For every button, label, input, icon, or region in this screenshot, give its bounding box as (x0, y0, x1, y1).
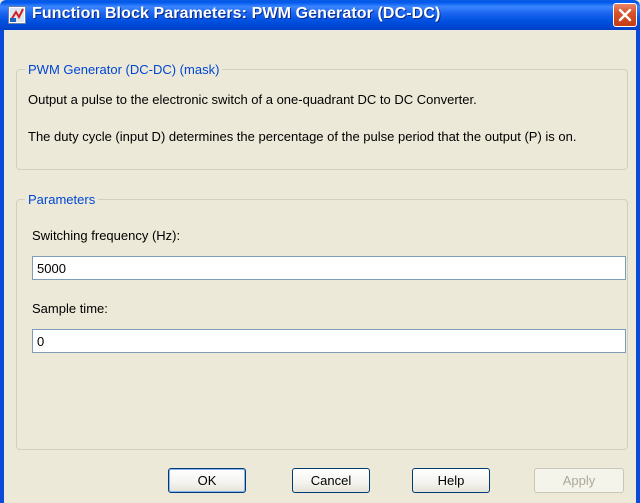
mask-groupbox-title: PWM Generator (DC-DC) (mask) (28, 62, 220, 77)
dialog-window: Function Block Parameters: PWM Generator… (0, 0, 640, 503)
parameters-groupbox-title: Parameters (28, 192, 96, 207)
close-icon (618, 8, 632, 22)
close-button[interactable] (613, 3, 637, 27)
apply-button[interactable]: Apply (534, 468, 624, 493)
switching-frequency-label: Switching frequency (Hz): (32, 228, 181, 243)
cancel-button[interactable]: Cancel (292, 468, 370, 493)
switching-frequency-input[interactable] (32, 256, 626, 280)
mask-description-2: The duty cycle (input D) determines the … (28, 129, 577, 144)
help-button[interactable]: Help (412, 468, 490, 493)
simulink-block-icon (8, 6, 26, 24)
window-title: Function Block Parameters: PWM Generator… (32, 5, 441, 22)
window-frame-right (636, 30, 640, 503)
title-bar[interactable]: Function Block Parameters: PWM Generator… (0, 0, 640, 30)
sample-time-input[interactable] (32, 329, 626, 353)
sample-time-label: Sample time: (32, 301, 108, 316)
mask-groupbox: PWM Generator (DC-DC) (mask) (16, 62, 628, 170)
window-frame-left (0, 30, 4, 503)
ok-button[interactable]: OK (168, 468, 246, 493)
mask-description-1: Output a pulse to the electronic switch … (28, 92, 477, 107)
